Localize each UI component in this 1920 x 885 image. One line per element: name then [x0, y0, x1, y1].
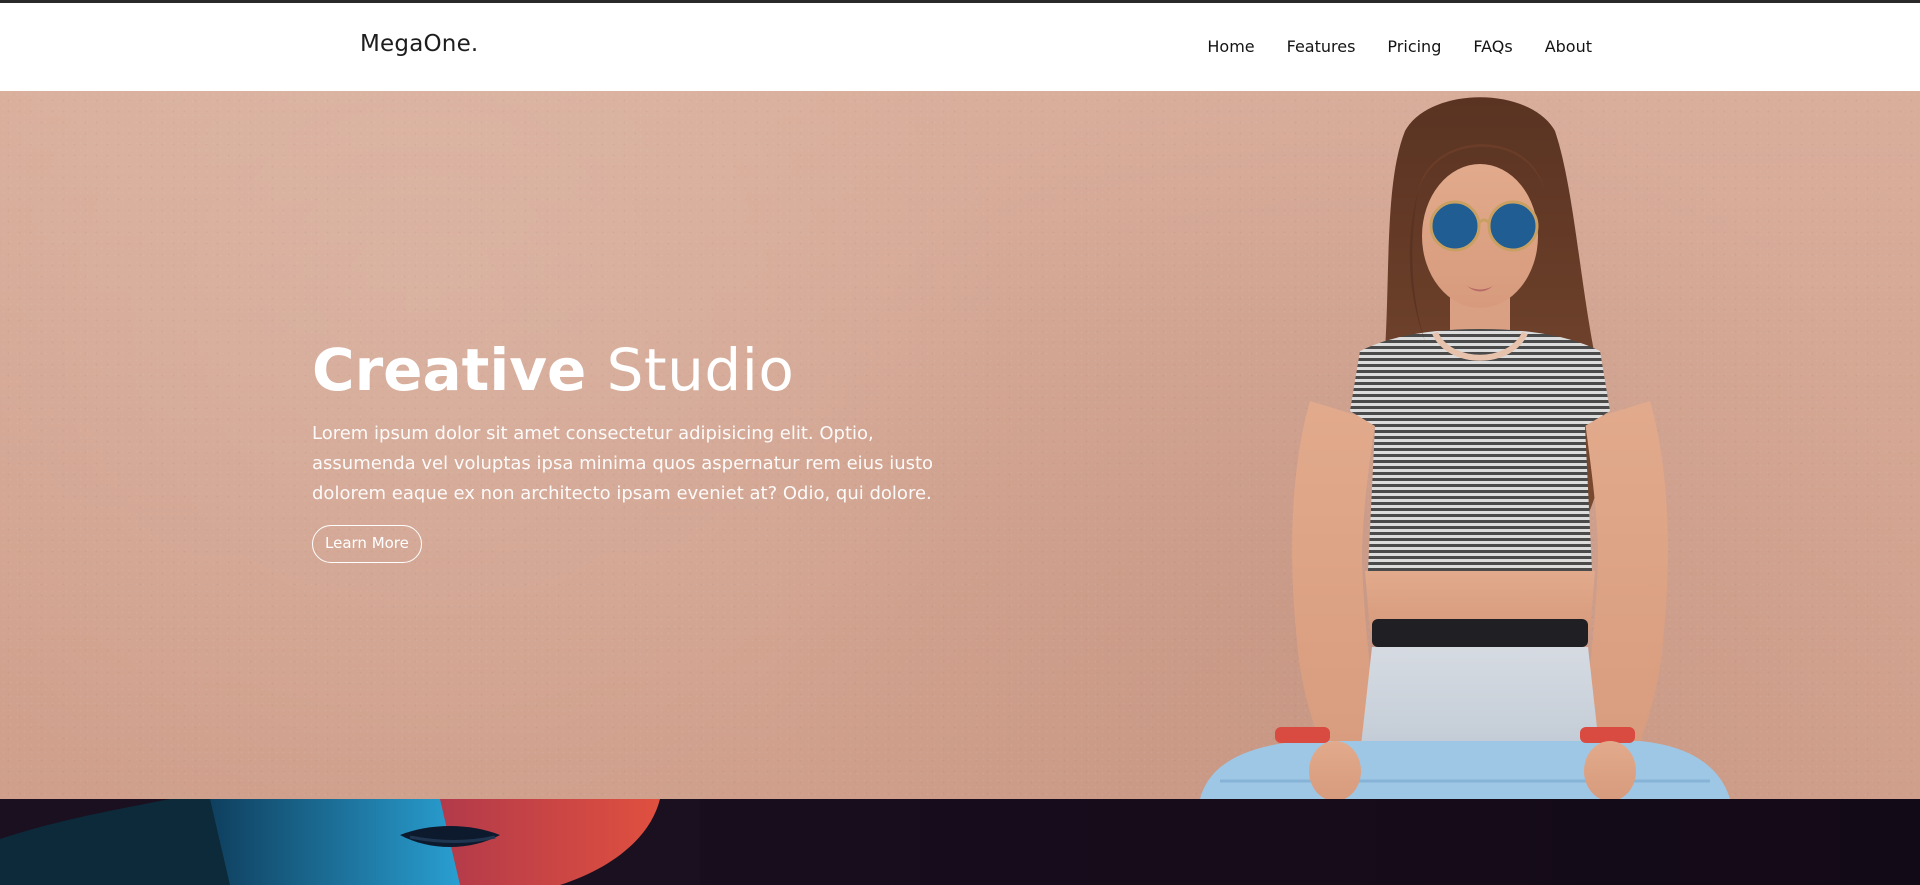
nav-faqs-link[interactable]: FAQs: [1473, 37, 1512, 56]
hero-model-photo: [1200, 97, 1730, 799]
hero-section: Creative Studio Lorem ipsum dolor sit am…: [0, 91, 1920, 799]
hero-title-light: Studio: [606, 336, 795, 404]
navbar: MegaOne. Home Features Pricing FAQs Abou…: [0, 3, 1920, 91]
nav-features-link[interactable]: Features: [1287, 37, 1356, 56]
hero-content: Creative Studio Lorem ipsum dolor sit am…: [312, 341, 952, 563]
neon-portrait-image: [0, 799, 700, 885]
learn-more-button[interactable]: Learn More: [312, 525, 422, 563]
brand-logo[interactable]: MegaOne.: [360, 31, 478, 57]
hero-description: Lorem ipsum dolor sit amet consectetur a…: [312, 423, 934, 504]
main-nav: Home Features Pricing FAQs About: [1207, 37, 1592, 56]
hero-title-bold: Creative: [312, 336, 587, 404]
nav-about-link[interactable]: About: [1545, 37, 1592, 56]
hero-title: Creative Studio: [312, 341, 952, 399]
next-section-preview: [0, 799, 1920, 885]
nav-pricing-link[interactable]: Pricing: [1387, 37, 1441, 56]
nav-home-link[interactable]: Home: [1207, 37, 1254, 56]
